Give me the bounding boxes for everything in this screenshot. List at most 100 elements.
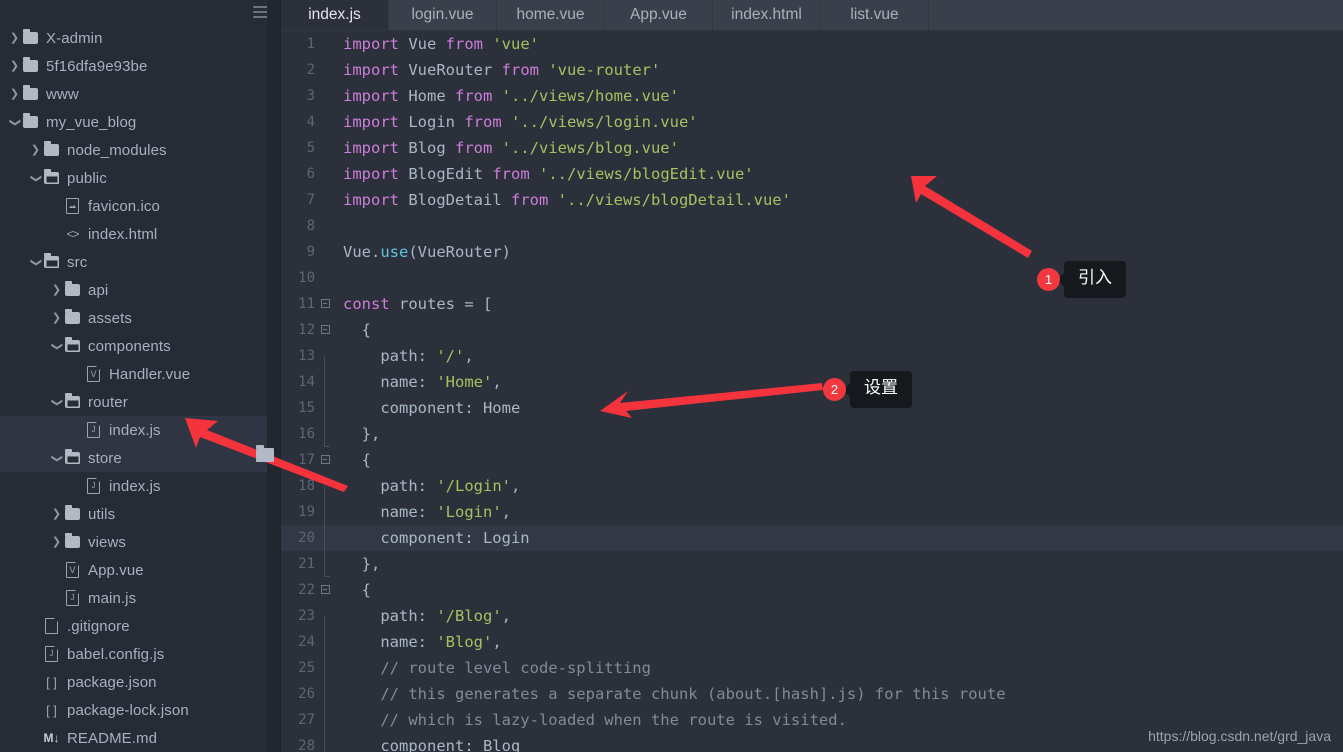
sidebar-scrollbar[interactable] bbox=[267, 0, 280, 752]
file-tree-item-components[interactable]: ❯ components bbox=[0, 332, 281, 360]
file-tree-item-main-js[interactable]: main.js bbox=[0, 584, 281, 612]
chevron-right-icon[interactable]: ❯ bbox=[8, 60, 21, 72]
code-fold-toggle-icon[interactable] bbox=[315, 455, 335, 466]
file-tree-item-readme-md[interactable]: README.md bbox=[0, 724, 281, 752]
code-line[interactable]: 2 import VueRouter from 'vue-router' bbox=[281, 57, 1343, 83]
code-line[interactable]: 16 }, bbox=[281, 421, 1343, 447]
chevron-right-icon[interactable]: ❯ bbox=[50, 284, 63, 296]
editor-tab-label: home.vue bbox=[516, 6, 585, 23]
file-tree-item-index-html[interactable]: index.html bbox=[0, 220, 281, 248]
code-line-text: import Home from '../views/home.vue' bbox=[335, 87, 679, 105]
code-token: (VueRouter) bbox=[408, 243, 511, 261]
chevron-right-icon[interactable]: ❯ bbox=[50, 508, 63, 520]
code-line[interactable]: 9 Vue.use(VueRouter) bbox=[281, 239, 1343, 265]
editor-tab-index-html[interactable]: index.html bbox=[713, 0, 821, 30]
file-tree-item-src[interactable]: ❯ src bbox=[0, 248, 281, 276]
code-fold-toggle-icon[interactable] bbox=[315, 325, 335, 336]
line-number: 14 bbox=[298, 374, 315, 390]
code-token: import bbox=[343, 113, 409, 131]
code-line[interactable]: 26 // this generates a separate chunk (a… bbox=[281, 681, 1343, 720]
code-line[interactable]: 23 path: '/Blog', bbox=[281, 603, 1343, 642]
file-tree-item-package-json[interactable]: package.json bbox=[0, 668, 281, 696]
annotation-label-1: 引入 bbox=[1064, 261, 1126, 298]
file-tree-item--gitignore[interactable]: .gitignore bbox=[0, 612, 281, 640]
code-line[interactable]: 20 component: Login bbox=[281, 525, 1343, 564]
code-line[interactable]: 10 bbox=[281, 265, 1343, 291]
code-line[interactable]: 4 import Login from '../views/login.vue' bbox=[281, 109, 1343, 135]
chevron-right-icon[interactable]: ❯ bbox=[8, 32, 21, 44]
code-line[interactable]: 1 import Vue from 'vue' bbox=[281, 31, 1343, 57]
file-tree-item-my-vue-blog[interactable]: ❯ my_vue_blog bbox=[0, 108, 281, 136]
editor-tab-list-vue[interactable]: list.vue bbox=[821, 0, 929, 30]
code-line[interactable]: 22 { bbox=[281, 577, 1343, 603]
file-tree-item-utils[interactable]: ❯ utils bbox=[0, 500, 281, 528]
file-tree-item-router[interactable]: ❯ router bbox=[0, 388, 281, 416]
code-line[interactable]: 15 component: Home bbox=[281, 395, 1343, 434]
file-tree-item-handler-vue[interactable]: Handler.vue bbox=[0, 360, 281, 388]
code-line[interactable]: 18 path: '/Login', bbox=[281, 473, 1343, 512]
code-line[interactable]: 6 import BlogEdit from '../views/blogEdit… bbox=[281, 161, 1343, 187]
editor-tab-bar[interactable]: index.js login.vue home.vue App.vue index.ht… bbox=[281, 0, 1343, 31]
code-line[interactable]: 25 // route level code-splitting bbox=[281, 655, 1343, 694]
chevron-down-icon[interactable]: ❯ bbox=[51, 452, 63, 465]
line-number: 6 bbox=[306, 166, 315, 182]
project-file-tree[interactable]: ❯ X-admin ❯ 5f16dfa9e93be ❯ www ❯ my_vue_blog ❯ n… bbox=[0, 0, 281, 752]
chevron-right-icon[interactable]: ❯ bbox=[29, 144, 42, 156]
code-line[interactable]: 13 path: '/', bbox=[281, 343, 1343, 382]
code-token: , bbox=[464, 347, 474, 365]
file-tree-item-index-js[interactable]: index.js bbox=[0, 416, 281, 444]
code-editor[interactable]: 1 import Vue from 'vue' 2 import VueRouter … bbox=[281, 31, 1343, 752]
code-line[interactable]: 24 name: 'Blog', bbox=[281, 629, 1343, 668]
file-tree-item-package-lock-json[interactable]: package-lock.json bbox=[0, 696, 281, 724]
file-tree-item-node-modules[interactable]: ❯ node_modules bbox=[0, 136, 281, 164]
editor-tab-login-vue[interactable]: login.vue bbox=[389, 0, 497, 30]
file-tree-item-assets[interactable]: ❯ assets bbox=[0, 304, 281, 332]
file-tree-item-babel-config-js[interactable]: babel.config.js bbox=[0, 640, 281, 668]
chevron-down-icon[interactable]: ❯ bbox=[51, 396, 63, 409]
file-tree-item-api[interactable]: ❯ api bbox=[0, 276, 281, 304]
chevron-down-icon[interactable]: ❯ bbox=[51, 340, 63, 353]
file-tree-item-public[interactable]: ❯ public bbox=[0, 164, 281, 192]
file-tree-item-store[interactable]: ❯ store bbox=[0, 444, 281, 472]
code-line-text: component: Login bbox=[335, 529, 529, 547]
code-line[interactable]: 19 name: 'Login', bbox=[281, 499, 1343, 538]
folder-closed-icon bbox=[21, 57, 40, 74]
code-line[interactable]: 3 import Home from '../views/home.vue' bbox=[281, 83, 1343, 109]
code-token: component: Blog bbox=[343, 737, 521, 752]
editor-tab-home-vue[interactable]: home.vue bbox=[497, 0, 605, 30]
line-number: 12 bbox=[298, 322, 315, 338]
code-fold-toggle-icon[interactable] bbox=[315, 299, 335, 310]
drag-folder-icon bbox=[256, 445, 274, 462]
chevron-down-icon[interactable]: ❯ bbox=[9, 116, 21, 129]
chevron-down-icon[interactable]: ❯ bbox=[30, 172, 42, 185]
line-number: 7 bbox=[306, 192, 315, 208]
code-line[interactable]: 11 const routes = [ bbox=[281, 291, 1343, 317]
file-tree-item-favicon-ico[interactable]: favicon.ico bbox=[0, 192, 281, 220]
file-tree-item-label: index.js bbox=[109, 421, 161, 439]
file-tree-item-label: package-lock.json bbox=[67, 701, 189, 719]
code-line[interactable]: 12 { bbox=[281, 317, 1343, 343]
file-tree-item-label: src bbox=[67, 253, 88, 271]
code-line[interactable]: 7 import BlogDetail from '../views/blogDe… bbox=[281, 187, 1343, 213]
chevron-down-icon[interactable]: ❯ bbox=[30, 256, 42, 269]
code-line[interactable]: 8 bbox=[281, 213, 1343, 239]
chevron-right-icon[interactable]: ❯ bbox=[50, 536, 63, 548]
file-tree-item-views[interactable]: ❯ views bbox=[0, 528, 281, 556]
editor-tab-app-vue[interactable]: App.vue bbox=[605, 0, 713, 30]
code-line[interactable]: 14 name: 'Home', bbox=[281, 369, 1343, 408]
file-tree-item-app-vue[interactable]: App.vue bbox=[0, 556, 281, 584]
editor-tab-index-js[interactable]: index.js bbox=[281, 0, 389, 30]
code-token: from bbox=[455, 87, 502, 105]
file-tree-item-label: 5f16dfa9e93be bbox=[46, 57, 148, 75]
code-fold-toggle-icon[interactable] bbox=[315, 585, 335, 596]
file-tree-item-5f16dfa9e93be[interactable]: ❯ 5f16dfa9e93be bbox=[0, 52, 281, 80]
chevron-right-icon[interactable]: ❯ bbox=[8, 88, 21, 100]
file-tree-list[interactable]: ❯ X-admin ❯ 5f16dfa9e93be ❯ www ❯ my_vue_blog ❯ n… bbox=[0, 24, 281, 752]
code-line[interactable]: 17 { bbox=[281, 447, 1343, 473]
code-line[interactable]: 5 import Blog from '../views/blog.vue' bbox=[281, 135, 1343, 161]
file-tree-item-www[interactable]: ❯ www bbox=[0, 80, 281, 108]
file-tree-item-x-admin[interactable]: ❯ X-admin bbox=[0, 24, 281, 52]
code-line[interactable]: 21 }, bbox=[281, 551, 1343, 577]
chevron-right-icon[interactable]: ❯ bbox=[50, 312, 63, 324]
file-tree-item-index-js[interactable]: index.js bbox=[0, 472, 281, 500]
